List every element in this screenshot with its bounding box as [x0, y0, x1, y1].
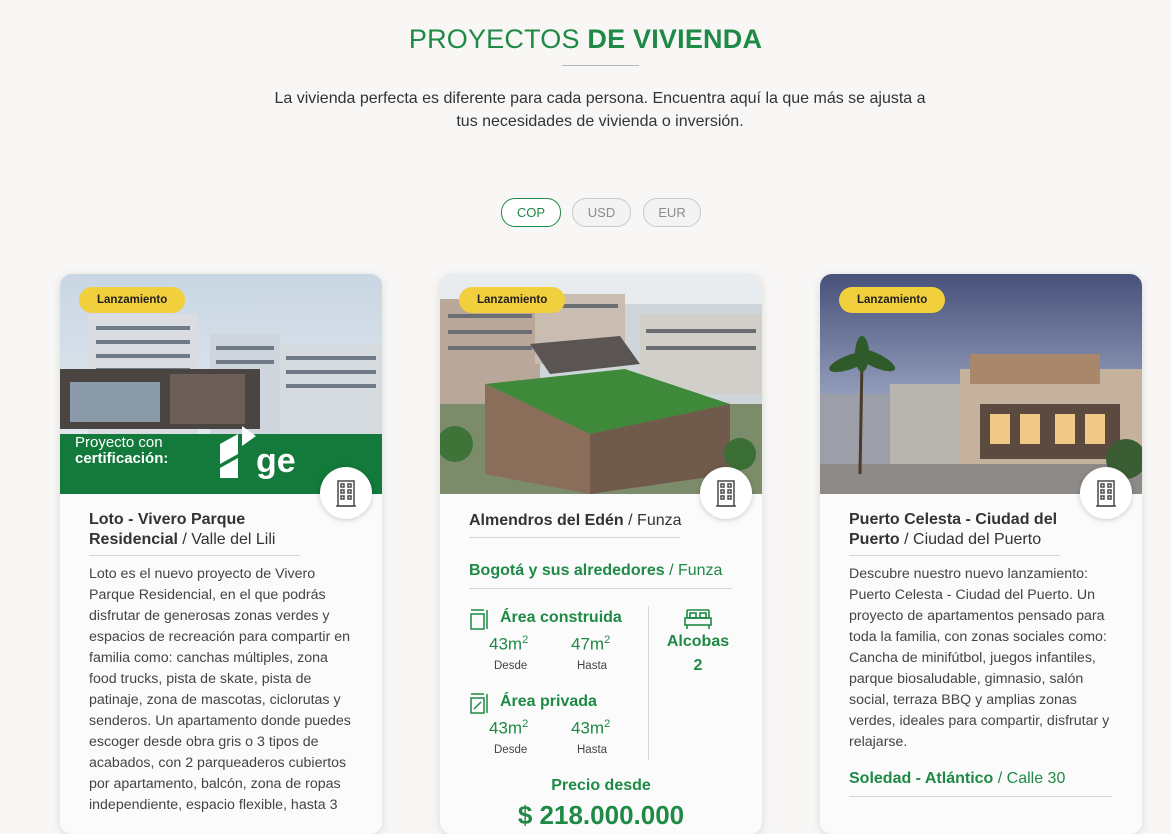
region-name: Soledad - Atlántico: [849, 770, 994, 787]
bedrooms-label: Alcobas: [666, 633, 730, 650]
currency-cop-button[interactable]: COP: [501, 198, 561, 227]
private-area-label: Área privada: [500, 693, 597, 710]
section-title-bold: DE VIVIENDA: [587, 24, 763, 54]
built-area-icon: [470, 608, 490, 635]
svg-text:ge: ge: [256, 442, 296, 480]
name-divider: [89, 555, 300, 556]
name-divider: [469, 537, 680, 538]
building-icon: [700, 467, 752, 519]
currency-eur-button[interactable]: EUR: [643, 198, 701, 227]
region-name: Bogotá y sus alrededores: [469, 562, 665, 579]
project-region: Bogotá y sus alrededores / Funza: [469, 562, 722, 580]
price-value: $ 218.000.000: [517, 800, 685, 830]
building-icon: [320, 467, 372, 519]
project-card-loto[interactable]: Proyecto con certificación: ge Lanzamien…: [60, 274, 382, 834]
project-location: / Funza: [623, 512, 682, 529]
private-from-label: Desde: [494, 744, 528, 756]
region-city: / Funza: [664, 562, 723, 579]
project-region: Soledad - Atlántico / Calle 30: [849, 770, 1065, 788]
launch-badge: Lanzamiento: [79, 287, 186, 313]
private-area-icon: [470, 692, 490, 719]
section-title-light: PROYECTOS: [408, 24, 588, 54]
section-title: PROYECTOS DE VIVIENDA: [0, 24, 1171, 55]
project-description: Descubre nuestro nuevo lanzamiento: Puer…: [849, 566, 1110, 750]
project-card-puerto-celesta[interactable]: Lanzamiento Puerto Celesta - Ciudad del …: [820, 274, 1142, 834]
project-location: / Valle del Lili: [177, 531, 276, 548]
edge-overlay-line2: certificación:: [75, 450, 168, 467]
name-divider: [849, 555, 1060, 556]
region-divider: [469, 588, 732, 589]
built-to-label: Hasta: [577, 660, 608, 672]
region-divider: [849, 796, 1112, 797]
price-label: Precio desde: [551, 777, 651, 794]
built-from-label: Desde: [494, 660, 528, 672]
launch-badge: Lanzamiento: [459, 287, 566, 313]
project-name[interactable]: Puerto Celesta - Ciudad del Puerto / Ciu…: [849, 510, 1079, 550]
private-to-label: Hasta: [577, 744, 608, 756]
section-subtitle: La vivienda perfecta es diferente para c…: [274, 90, 926, 130]
project-card-almendros[interactable]: Lanzamiento Almendros del Edén / Funza B…: [440, 274, 762, 834]
built-area-label: Área construida: [500, 609, 622, 626]
private-area-from: 43m2: [489, 718, 529, 738]
project-title: Almendros del Edén: [469, 512, 624, 529]
bedrooms-value: 2: [693, 657, 703, 674]
building-icon: [1080, 467, 1132, 519]
built-area-to: 47m2: [571, 634, 611, 654]
title-divider: [562, 65, 639, 66]
region-city: / Calle 30: [993, 770, 1066, 787]
project-name[interactable]: Almendros del Edén / Funza: [469, 511, 699, 531]
built-area-from: 43m2: [489, 634, 529, 654]
launch-badge: Lanzamiento: [839, 287, 946, 313]
currency-usd-button[interactable]: USD: [572, 198, 631, 227]
private-area-to: 43m2: [571, 718, 611, 738]
project-description: Loto es el nuevo proyecto de Vivero Parq…: [89, 566, 351, 813]
vertical-divider: [648, 606, 649, 760]
project-name[interactable]: Loto - Vivero Parque Residencial / Valle…: [89, 510, 319, 550]
project-location: / Ciudad del Puerto: [899, 531, 1042, 548]
bed-icon: [684, 608, 712, 635]
edge-overlay-line1: Proyecto con: [75, 434, 163, 451]
